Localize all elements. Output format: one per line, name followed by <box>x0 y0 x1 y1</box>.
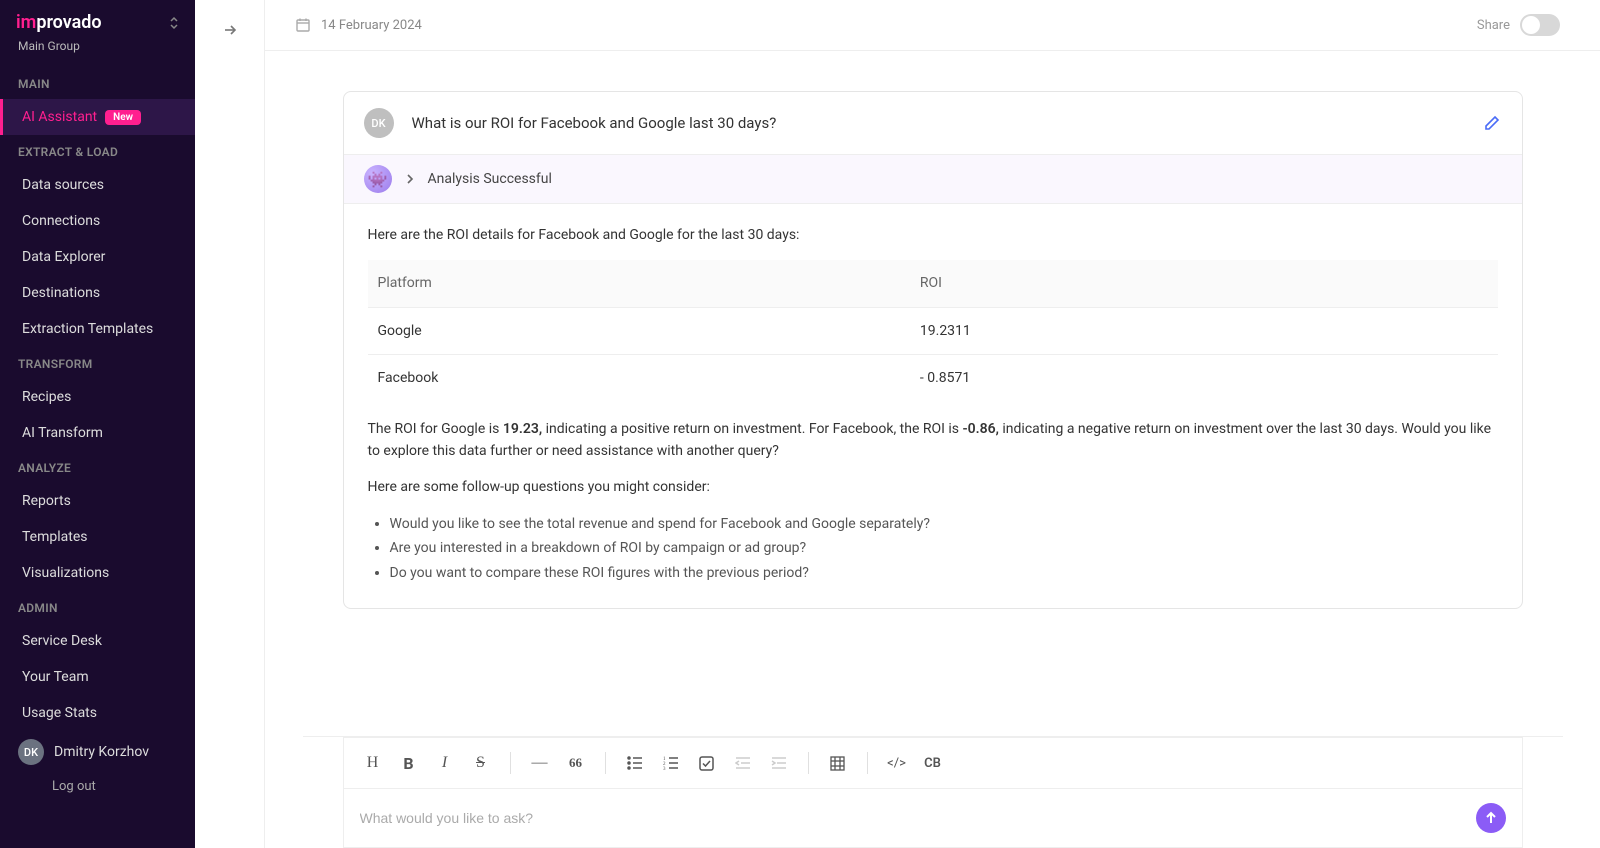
sidebar: improvado Main Group MAIN AI Assistant N… <box>0 0 195 848</box>
section-transform: TRANSFORM <box>0 347 195 379</box>
composer: H B I S — 66 123 <box>303 736 1563 848</box>
avatar: DK <box>18 739 44 765</box>
sidebar-item-service-desk[interactable]: Service Desk <box>0 623 195 659</box>
answer-intro: Here are the ROI details for Facebook an… <box>368 224 1498 246</box>
table-row: Google 19.2311 <box>368 307 1498 354</box>
brand-logo: improvado <box>16 12 102 33</box>
strike-button[interactable]: S <box>466 748 496 778</box>
sidebar-item-connections[interactable]: Connections <box>0 203 195 239</box>
edit-icon[interactable] <box>1484 115 1500 131</box>
sidebar-item-usage-stats[interactable]: Usage Stats <box>0 695 195 731</box>
sidebar-item-ai-transform[interactable]: AI Transform <box>0 415 195 451</box>
ordered-list-button[interactable]: 123 <box>656 748 686 778</box>
code-button[interactable]: </> <box>882 748 912 778</box>
calendar-icon <box>295 17 311 33</box>
outdent-button[interactable] <box>728 748 758 778</box>
logout-link[interactable]: Log out <box>0 773 195 794</box>
hr-button[interactable]: — <box>525 748 555 778</box>
svg-text:3: 3 <box>663 767 666 770</box>
table-header-roi: ROI <box>910 260 1498 307</box>
checklist-button[interactable] <box>692 748 722 778</box>
prompt-input[interactable] <box>360 810 1476 826</box>
main-area: 14 February 2024 Share DK What is our RO… <box>265 0 1600 848</box>
answer-summary: The ROI for Google is 19.23, indicating … <box>368 418 1498 463</box>
sidebar-item-destinations[interactable]: Destinations <box>0 275 195 311</box>
share-toggle[interactable] <box>1520 14 1560 36</box>
italic-button[interactable]: I <box>430 748 460 778</box>
list-item: Would you like to see the total revenue … <box>390 513 1498 535</box>
analysis-status-bar[interactable]: 👾 Analysis Successful <box>344 154 1522 204</box>
heading-button[interactable]: H <box>358 748 388 778</box>
codeblock-button[interactable]: CB <box>918 748 948 778</box>
roi-table: Platform ROI Google 19.2311 Facebook - 0… <box>368 260 1498 401</box>
quote-button[interactable]: 66 <box>561 748 591 778</box>
assistant-avatar-icon: 👾 <box>364 165 392 193</box>
followup-list: Would you like to see the total revenue … <box>368 513 1498 584</box>
new-badge: New <box>105 110 141 125</box>
chat-card: DK What is our ROI for Facebook and Goog… <box>343 91 1523 609</box>
sidebar-item-visualizations[interactable]: Visualizations <box>0 555 195 591</box>
user-question: What is our ROI for Facebook and Google … <box>412 114 777 132</box>
sidebar-item-ai-assistant[interactable]: AI Assistant New <box>0 99 195 135</box>
sidebar-item-data-explorer[interactable]: Data Explorer <box>0 239 195 275</box>
group-label[interactable]: Main Group <box>0 39 195 67</box>
editor-toolbar: H B I S — 66 123 <box>343 737 1523 788</box>
table-header-platform: Platform <box>368 260 910 307</box>
section-main: MAIN <box>0 67 195 99</box>
followup-intro: Here are some follow-up questions you mi… <box>368 476 1498 498</box>
collapsed-panel <box>195 0 265 848</box>
bold-button[interactable]: B <box>394 748 424 778</box>
section-admin: ADMIN <box>0 591 195 623</box>
topbar: 14 February 2024 Share <box>265 0 1600 51</box>
group-switch-icon[interactable] <box>169 16 179 30</box>
sidebar-item-reports[interactable]: Reports <box>0 483 195 519</box>
section-analyze: ANALYZE <box>0 451 195 483</box>
chevron-right-icon <box>406 174 414 184</box>
assistant-answer: Here are the ROI details for Facebook an… <box>344 204 1522 608</box>
user-question-row: DK What is our ROI for Facebook and Goog… <box>344 92 1522 154</box>
status-text: Analysis Successful <box>428 171 552 187</box>
sidebar-item-data-sources[interactable]: Data sources <box>0 167 195 203</box>
expand-panel-icon[interactable] <box>222 22 238 38</box>
send-button[interactable] <box>1476 803 1506 833</box>
sidebar-item-extraction-templates[interactable]: Extraction Templates <box>0 311 195 347</box>
table-row: Facebook - 0.8571 <box>368 355 1498 402</box>
avatar: DK <box>364 108 394 138</box>
list-item: Are you interested in a breakdown of ROI… <box>390 537 1498 559</box>
bullet-list-button[interactable] <box>620 748 650 778</box>
sidebar-item-templates[interactable]: Templates <box>0 519 195 555</box>
share-label: Share <box>1477 18 1510 33</box>
user-name: Dmitry Korzhov <box>54 744 149 760</box>
indent-button[interactable] <box>764 748 794 778</box>
user-row[interactable]: DK Dmitry Korzhov <box>0 731 195 773</box>
list-item: Do you want to compare these ROI figures… <box>390 562 1498 584</box>
table-button[interactable] <box>823 748 853 778</box>
sidebar-item-recipes[interactable]: Recipes <box>0 379 195 415</box>
date-label: 14 February 2024 <box>321 18 422 33</box>
section-extract: EXTRACT & LOAD <box>0 135 195 167</box>
sidebar-item-your-team[interactable]: Your Team <box>0 659 195 695</box>
